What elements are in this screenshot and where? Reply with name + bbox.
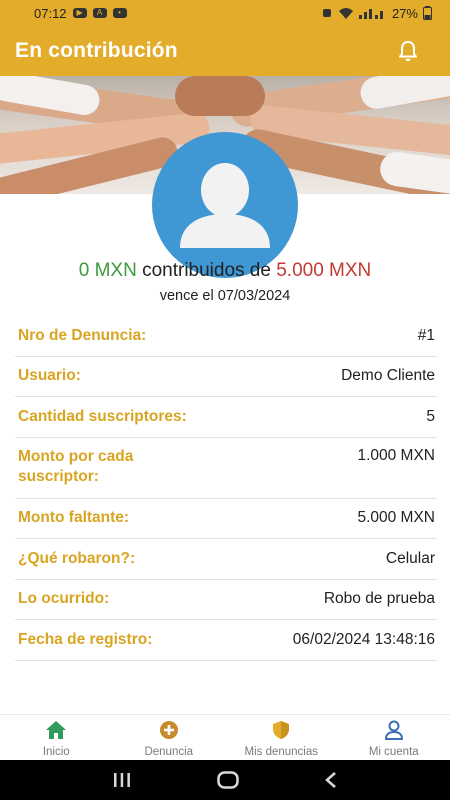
detail-label: ¿Qué robaron?: [18, 549, 136, 567]
detail-value: 5 [426, 407, 435, 425]
wifi-icon [338, 8, 353, 19]
recent-apps-icon[interactable] [112, 772, 132, 788]
details-list: Nro de Denuncia: #1 Usuario: Demo Client… [15, 316, 437, 661]
detail-value: Robo de prueba [323, 590, 435, 608]
youtube-icon: ▶ [72, 8, 87, 18]
status-right: 27% [321, 6, 432, 21]
nav-item-inicio[interactable]: Inicio [0, 715, 113, 760]
app-notification-icon: A [92, 8, 107, 18]
notification-icon: • [112, 8, 127, 18]
battery-percent: 27% [391, 5, 418, 21]
detail-value: 06/02/2024 13:48:16 [292, 630, 435, 648]
contribution-middle-text: contribuidos de [142, 260, 271, 281]
plus-circle-icon [159, 721, 178, 739]
app-title: En contribución [15, 39, 178, 62]
detail-value: #1 [417, 326, 435, 344]
nav-label: Mi cuenta [368, 746, 419, 758]
user-silhouette-icon [180, 163, 270, 248]
screen: 07:12 ▶ A • 27% En contribución 0 MXN co… [0, 0, 450, 800]
battery-icon [423, 6, 432, 20]
avatar [152, 132, 298, 278]
home-icon [46, 721, 67, 739]
detail-label: Fecha de registro: [18, 630, 153, 648]
detail-row-remaining-amount: Monto faltante: 5.000 MXN [15, 499, 437, 539]
detail-row-amount-per-subscriber: Monto por cada suscriptor: 1.000 MXN [15, 438, 437, 499]
detail-label: Lo ocurrido: [18, 590, 110, 608]
shield-icon [273, 721, 290, 739]
contributed-amount: 0 MXN [78, 260, 137, 281]
system-nav-bar [0, 760, 450, 800]
alarm-icon [322, 9, 331, 17]
nav-label: Inicio [42, 746, 70, 758]
detail-row-stolen-item: ¿Qué robaron?: Celular [15, 539, 437, 580]
nav-item-mi-cuenta[interactable]: Mi cuenta [338, 715, 450, 760]
home-button-icon[interactable] [217, 771, 239, 789]
detail-label: Cantidad suscriptores: [18, 407, 187, 425]
detail-value: 5.000 MXN [357, 509, 435, 527]
user-icon [384, 720, 403, 740]
detail-value: 1.000 MXN [357, 446, 435, 464]
due-date: vence el 07/03/2024 [159, 288, 291, 304]
bell-icon[interactable] [396, 39, 420, 63]
detail-row-registration-date: Fecha de registro: 06/02/2024 13:48:16 [15, 620, 437, 661]
signal-icon [358, 9, 383, 19]
detail-value: Celular [385, 549, 435, 567]
detail-value: Demo Cliente [341, 367, 435, 385]
nav-label: Denuncia [144, 746, 194, 758]
nav-item-mis-denuncias[interactable]: Mis denuncias [225, 715, 338, 760]
detail-label: Monto faltante: [18, 509, 130, 527]
detail-label: Nro de Denuncia: [18, 326, 147, 344]
bottom-nav: Inicio Denuncia Mis denuncias Mi cuenta [0, 714, 450, 760]
status-bar: 07:12 ▶ A • 27% [0, 0, 450, 26]
status-time: 07:12 [34, 5, 67, 21]
detail-row-subscribers: Cantidad suscriptores: 5 [15, 397, 437, 438]
detail-row-what-happened: Lo ocurrido: Robo de prueba [15, 580, 437, 620]
app-bar: En contribución [0, 26, 450, 76]
detail-row-user: Usuario: Demo Cliente [15, 357, 437, 397]
contribution-summary: 0 MXN contribuidos de 5.000 MXN [0, 260, 450, 282]
goal-amount: 5.000 MXN [276, 260, 372, 281]
back-icon[interactable] [324, 771, 338, 789]
detail-row-report-number: Nro de Denuncia: #1 [15, 316, 437, 357]
avatar-circle [152, 132, 298, 278]
nav-label: Mis denuncias [244, 746, 318, 758]
nav-item-denuncia[interactable]: Denuncia [113, 715, 226, 760]
detail-label: Usuario: [18, 367, 81, 385]
status-left: 07:12 ▶ A • [34, 6, 127, 21]
detail-label: Monto por cada suscriptor: [18, 447, 134, 485]
